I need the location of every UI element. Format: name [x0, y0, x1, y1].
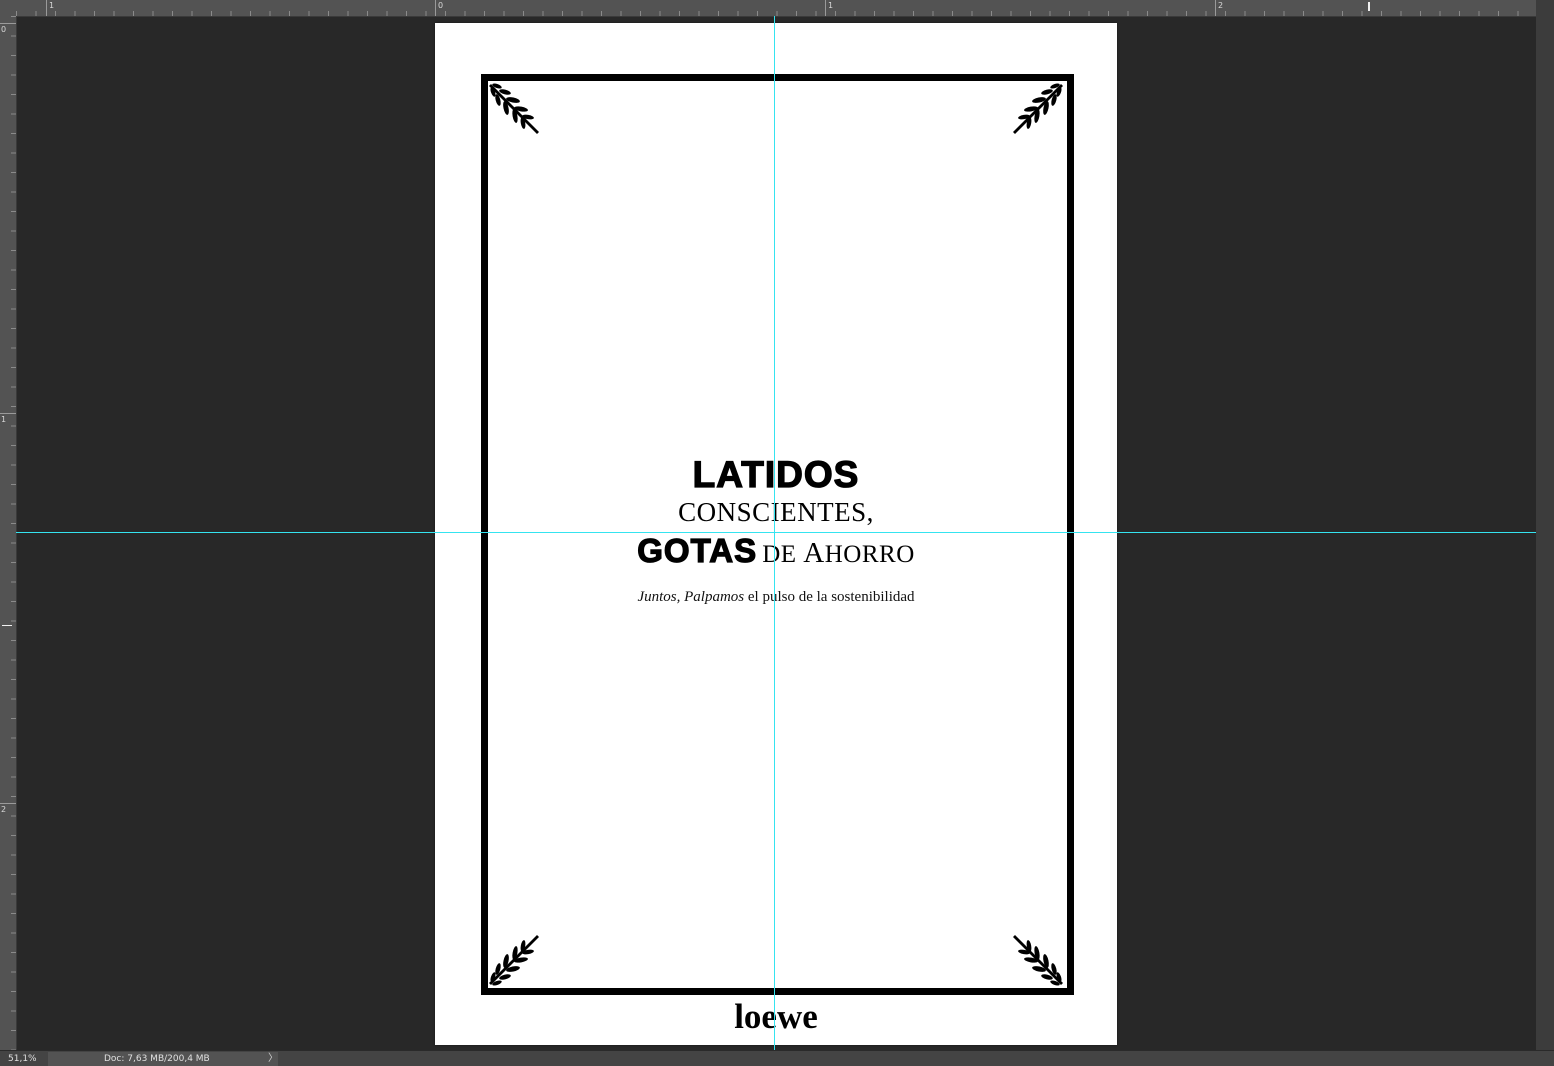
- title-de-ahorro: DE AHORRO: [762, 537, 915, 569]
- ruler-cursor-marker-vertical: [2, 625, 12, 626]
- ruler-label: 1: [49, 1, 55, 10]
- brand-logo-text: loewe: [734, 997, 818, 1036]
- title-conscientes: CONSCIENTES,: [678, 497, 874, 527]
- title-gotas: GOTAS: [637, 531, 758, 569]
- ruler-label: 2: [1218, 1, 1224, 10]
- ruler-cursor-marker: [1368, 2, 1370, 11]
- doc-size-info[interactable]: Doc: 7,63 MB/200,4 MB: [48, 1052, 278, 1066]
- document-canvas[interactable]: LATIDOS CONSCIENTES, GOTAS DE AHORRO Jun…: [435, 23, 1117, 1045]
- ruler-tick: [0, 413, 16, 414]
- ruler-tick: [0, 23, 16, 24]
- status-expand-arrow-icon[interactable]: 〉: [268, 1052, 278, 1066]
- ruler-corner[interactable]: [0, 0, 16, 16]
- fern-corner-top-right-icon: [1013, 83, 1063, 134]
- fern-corner-bottom-left-icon: [489, 935, 539, 986]
- ruler-tick: [435, 0, 436, 16]
- subtitle-rest: el pulso de la sostenibilidad: [744, 589, 915, 605]
- ruler-label: 2: [1, 805, 7, 814]
- title-latidos: LATIDOS: [692, 454, 860, 495]
- zoom-level[interactable]: 51,1%: [0, 1052, 46, 1066]
- vertical-ruler[interactable]: 0 1 2: [0, 16, 17, 1050]
- ruler-tick: [0, 803, 16, 804]
- fern-corner-bottom-right-icon: [1013, 935, 1063, 986]
- fern-corner-top-left-icon: [489, 83, 539, 134]
- ruler-tick: [825, 0, 826, 16]
- title-line-3: GOTAS DE AHORRO: [435, 531, 1117, 577]
- status-bar: 51,1% Doc: 7,63 MB/200,4 MB 〉: [0, 1050, 1554, 1066]
- vertical-guide[interactable]: [774, 16, 775, 1050]
- photoshop-workspace: 1 0 1 2 0 1 2 LATIDOS CONSCIENTES, GOTAS…: [0, 0, 1554, 1066]
- ruler-tick: [46, 0, 47, 16]
- ruler-label: 1: [828, 1, 834, 10]
- title-de: DE: [762, 541, 804, 568]
- ruler-tick: [1215, 0, 1216, 16]
- poster-title: LATIDOS CONSCIENTES, GOTAS DE AHORRO: [435, 454, 1117, 577]
- poster-subtitle: Juntos, Palpamos el pulso de la sostenib…: [435, 589, 1117, 606]
- subtitle-italic: Juntos, Palpamos: [637, 589, 745, 605]
- ruler-label: 0: [438, 1, 444, 10]
- title-horro: HORRO: [824, 541, 915, 568]
- title-a: A: [803, 537, 825, 569]
- vertical-scrollbar[interactable]: [1536, 0, 1554, 1050]
- ruler-label: 0: [1, 25, 7, 34]
- ruler-label: 1: [1, 415, 7, 424]
- horizontal-ruler[interactable]: 1 0 1 2: [16, 0, 1536, 17]
- horizontal-guide[interactable]: [16, 532, 1536, 533]
